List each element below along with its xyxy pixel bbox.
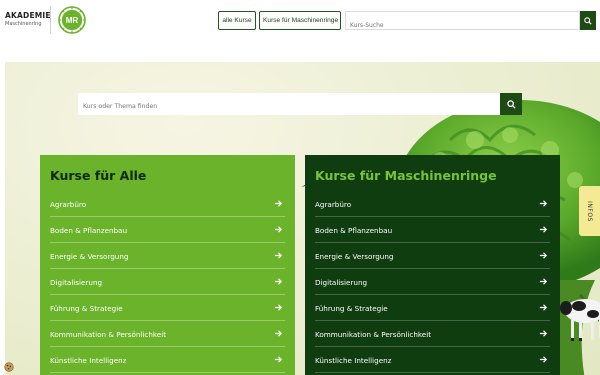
category-label: Führung & Strategie: [315, 304, 388, 313]
category-label: Kommunikation & Persönlichkeit: [315, 330, 432, 339]
logo-title: AKADEMIE: [5, 11, 51, 20]
category-item-agrarbuero[interactable]: Agrarbüro: [315, 191, 550, 217]
category-item-digitalisierung[interactable]: Digitalisierung: [315, 269, 550, 295]
mr-badge-logo[interactable]: MR: [58, 6, 86, 34]
arrow-right-icon: [274, 252, 283, 259]
search-icon: [584, 16, 592, 25]
category-item-ki[interactable]: Künstliche Intelligenz: [315, 347, 550, 373]
category-label: Agrarbüro: [315, 200, 352, 209]
category-label: Boden & Pflanzenbau: [50, 226, 128, 235]
logo-subtitle: Maschinenring: [5, 20, 42, 27]
category-item-fuehrung[interactable]: Führung & Strategie: [50, 295, 285, 321]
arrow-right-icon: [539, 278, 548, 285]
category-item-energie[interactable]: Energie & Versorgung: [50, 243, 285, 269]
arrow-right-icon: [274, 200, 283, 207]
arrow-right-icon: [539, 200, 548, 207]
arrow-right-icon: [274, 304, 283, 311]
nav-all-courses-button[interactable]: alle Kurse: [218, 11, 256, 30]
category-label: Boden & Pflanzenbau: [315, 226, 393, 235]
arrow-right-icon: [539, 356, 548, 363]
category-label: Digitalisierung: [50, 278, 103, 287]
category-item-energie[interactable]: Energie & Versorgung: [315, 243, 550, 269]
arrow-right-icon: [539, 304, 548, 311]
hero-search-button[interactable]: [500, 93, 522, 115]
panel-title: Kurse für Maschinenringe: [315, 168, 497, 183]
arrow-right-icon: [274, 330, 283, 337]
category-item-boden[interactable]: Boden & Pflanzenbau: [50, 217, 285, 243]
arrow-right-icon: [539, 330, 548, 337]
logo[interactable]: AKADEMIE Maschinenring: [5, 12, 51, 27]
category-label: Künstliche Intelligenz: [315, 356, 392, 365]
category-label: Agrarbüro: [50, 200, 87, 209]
category-item-fuehrung[interactable]: Führung & Strategie: [315, 295, 550, 321]
course-category-list: Agrarbüro Boden & Pflanzenbau Energie & …: [305, 191, 560, 373]
category-label: Kommunikation & Persönlichkeit: [50, 330, 167, 339]
category-item-boden[interactable]: Boden & Pflanzenbau: [315, 217, 550, 243]
category-item-agrarbuero[interactable]: Agrarbüro: [50, 191, 285, 217]
category-item-ki[interactable]: Künstliche Intelligenz: [50, 347, 285, 373]
header-search-button[interactable]: [580, 11, 596, 30]
arrow-right-icon: [539, 252, 548, 259]
badge-text: MR: [66, 16, 79, 25]
arrow-right-icon: [274, 278, 283, 285]
search-icon: [506, 99, 516, 109]
hero-search: [78, 93, 500, 118]
category-item-kommunikation[interactable]: Kommunikation & Persönlichkeit: [50, 321, 285, 347]
cookie-icon[interactable]: [4, 362, 14, 372]
category-label: Digitalisierung: [315, 278, 368, 287]
logo-divider: [50, 6, 51, 34]
courses-for-mr-panel: Kurse für Maschinenringe Agrarbüro Boden…: [305, 155, 560, 375]
courses-for-all-panel: Kurse für Alle Agrarbüro Boden & Pflanze…: [40, 155, 295, 375]
site-header: AKADEMIE Maschinenring MR alle Kurse Kur…: [0, 0, 600, 40]
category-label: Energie & Versorgung: [315, 252, 394, 261]
arrow-right-icon: [274, 226, 283, 233]
category-label: Energie & Versorgung: [50, 252, 129, 261]
arrow-right-icon: [539, 226, 548, 233]
header-search: [345, 11, 580, 34]
infos-tab-label: INFOS: [586, 200, 593, 222]
infos-side-tab[interactable]: INFOS: [579, 186, 600, 236]
course-category-list: Agrarbüro Boden & Pflanzenbau Energie & …: [40, 191, 295, 373]
arrow-right-icon: [274, 356, 283, 363]
category-item-kommunikation[interactable]: Kommunikation & Persönlichkeit: [315, 321, 550, 347]
category-item-digitalisierung[interactable]: Digitalisierung: [50, 269, 285, 295]
nav-mr-courses-button[interactable]: Kurse für Maschinenringe: [259, 11, 341, 30]
category-label: Führung & Strategie: [50, 304, 123, 313]
hero-search-input[interactable]: [78, 95, 500, 118]
category-label: Künstliche Intelligenz: [50, 356, 127, 365]
cow-image: [560, 299, 600, 341]
panel-title: Kurse für Alle: [50, 168, 147, 183]
header-search-input[interactable]: [346, 17, 579, 34]
